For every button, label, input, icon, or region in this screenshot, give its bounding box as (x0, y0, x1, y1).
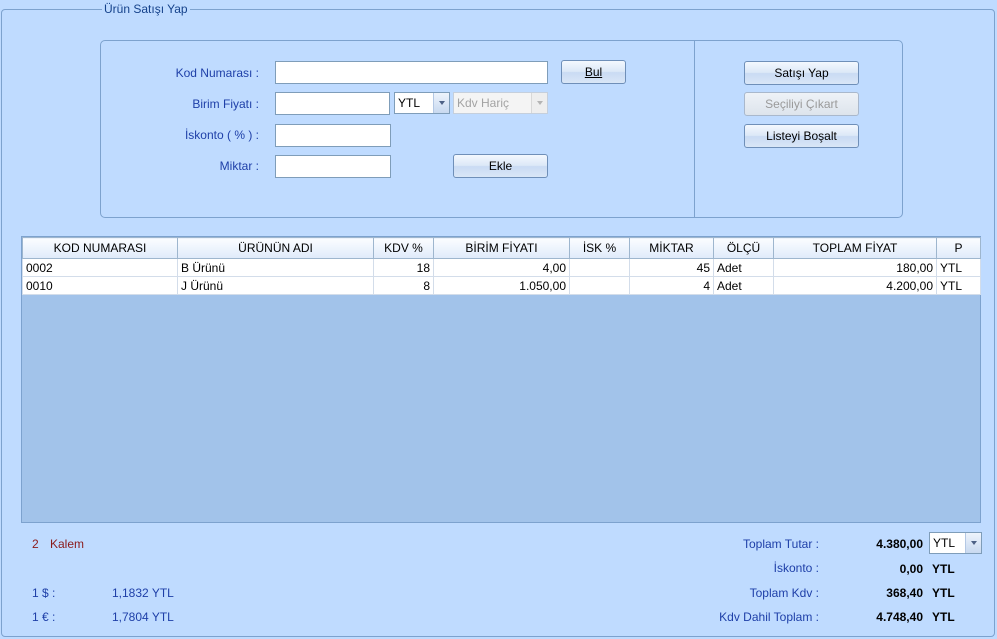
column-header[interactable]: TOPLAM FİYAT (773, 237, 937, 259)
toplam-kdv-currency: YTL (932, 586, 955, 600)
total-currency-dropdown-button[interactable] (965, 533, 981, 553)
cell-p[interactable]: YTL (936, 276, 981, 295)
bul-button[interactable]: Bul (561, 60, 626, 84)
kod-label: Kod Numarası : (175, 66, 259, 80)
kdv-mode-dropdown-button (531, 93, 547, 113)
cell-isk[interactable] (569, 258, 630, 277)
table-row[interactable]: 0002 B Ürünü 18 4,00 45 Adet 180,00 YTL (22, 258, 981, 277)
kdv-dahil-toplam-value: 4.748,40 (876, 610, 923, 624)
cell-kod[interactable]: 0002 (22, 258, 178, 277)
miktar-label: Miktar : (219, 159, 259, 173)
currency-select[interactable]: YTL (394, 92, 450, 114)
cell-p[interactable]: YTL (936, 258, 981, 277)
cell-kdv[interactable]: 8 (373, 276, 434, 295)
cell-kod[interactable]: 0010 (22, 276, 178, 295)
kdv-mode-select: Kdv Hariç (453, 92, 548, 114)
cell-kdv[interactable]: 18 (373, 258, 434, 277)
kod-input[interactable] (275, 61, 548, 84)
kdv-dahil-toplam-label: Kdv Dahil Toplam : (719, 610, 819, 624)
kdv-mode-value: Kdv Hariç (457, 96, 510, 110)
iskonto-total-label: İskonto : (773, 561, 819, 575)
cell-isk[interactable] (569, 276, 630, 295)
total-currency-select[interactable]: YTL (929, 532, 982, 554)
grid-header-row: KOD NUMARASI ÜRÜNÜN ADI KDV % BİRİM FİYA… (22, 237, 981, 259)
cell-urun-adi[interactable]: J Ürünü (177, 276, 374, 295)
satis-yap-label: Satışı Yap (774, 66, 829, 80)
listeyi-bosalt-button[interactable]: Listeyi Boşalt (744, 124, 859, 148)
euro-label: 1 € : (32, 610, 56, 624)
kdv-dahil-currency: YTL (932, 610, 955, 624)
cell-olcu[interactable]: Adet (713, 258, 774, 277)
iskonto-total-value: 0,00 (899, 562, 923, 576)
iskonto-input[interactable] (275, 124, 391, 147)
cell-birim-fiyati[interactable]: 1.050,00 (433, 276, 570, 295)
birim-input[interactable] (275, 92, 390, 115)
toplam-tutar-value: 4.380,00 (876, 537, 923, 551)
column-header[interactable]: BİRİM FİYATI (433, 237, 570, 259)
cell-urun-adi[interactable]: B Ürünü (177, 258, 374, 277)
toplam-kdv-label: Toplam Kdv : (749, 586, 819, 600)
column-header[interactable]: İSK % (569, 237, 630, 259)
column-header[interactable]: KDV % (373, 237, 434, 259)
cell-birim-fiyati[interactable]: 4,00 (433, 258, 570, 277)
iskonto-currency: YTL (932, 562, 955, 576)
group-title: Ürün Satışı Yap (102, 2, 190, 16)
secili-cikart-button: Seçiliyi Çıkart (744, 92, 859, 116)
currency-dropdown-button[interactable] (433, 93, 449, 113)
cell-toplam-fiyat[interactable]: 180,00 (773, 258, 937, 277)
table-row[interactable]: 0010 J Ürünü 8 1.050,00 4 Adet 4.200,00 … (22, 276, 981, 295)
toplam-tutar-label: Toplam Tutar : (742, 537, 819, 551)
panel-divider (694, 41, 695, 217)
currency-value: YTL (398, 96, 421, 110)
iskonto-label: İskonto ( % ) : (184, 128, 259, 142)
chevron-down-icon (536, 101, 543, 105)
column-header[interactable]: MİKTAR (629, 237, 714, 259)
column-header[interactable]: KOD NUMARASI (22, 237, 178, 259)
cell-olcu[interactable]: Adet (713, 276, 774, 295)
column-header[interactable]: ÖLÇÜ (713, 237, 774, 259)
cell-miktar[interactable]: 4 (629, 276, 714, 295)
cell-toplam-fiyat[interactable]: 4.200,00 (773, 276, 937, 295)
column-header[interactable]: P (936, 237, 981, 259)
sales-grid[interactable]: KOD NUMARASI ÜRÜNÜN ADI KDV % BİRİM FİYA… (21, 236, 981, 523)
sales-table: KOD NUMARASI ÜRÜNÜN ADI KDV % BİRİM FİYA… (22, 237, 981, 295)
ekle-button[interactable]: Ekle (453, 154, 548, 178)
satis-yap-button[interactable]: Satışı Yap (744, 61, 859, 85)
total-currency-value: YTL (933, 536, 956, 550)
kalem-label: Kalem (50, 537, 85, 551)
cell-miktar[interactable]: 45 (629, 258, 714, 277)
ekle-label: Ekle (488, 159, 513, 173)
dollar-label: 1 $ : (32, 586, 56, 600)
dollar-rate: 1,1832 YTL (112, 586, 174, 600)
kalem-count: 2 (32, 537, 39, 551)
chevron-down-icon (438, 101, 445, 105)
toplam-kdv-value: 368,40 (886, 586, 923, 600)
miktar-input[interactable] (275, 155, 391, 178)
chevron-down-icon (970, 541, 977, 545)
bul-label: Bul (584, 65, 603, 79)
secili-cikart-label: Seçiliyi Çıkart (765, 97, 838, 111)
listeyi-bosalt-label: Listeyi Boşalt (766, 129, 837, 143)
birim-label: Birim Fiyatı : (192, 97, 259, 111)
euro-rate: 1,7804 YTL (112, 610, 174, 624)
column-header[interactable]: ÜRÜNÜN ADI (177, 237, 374, 259)
